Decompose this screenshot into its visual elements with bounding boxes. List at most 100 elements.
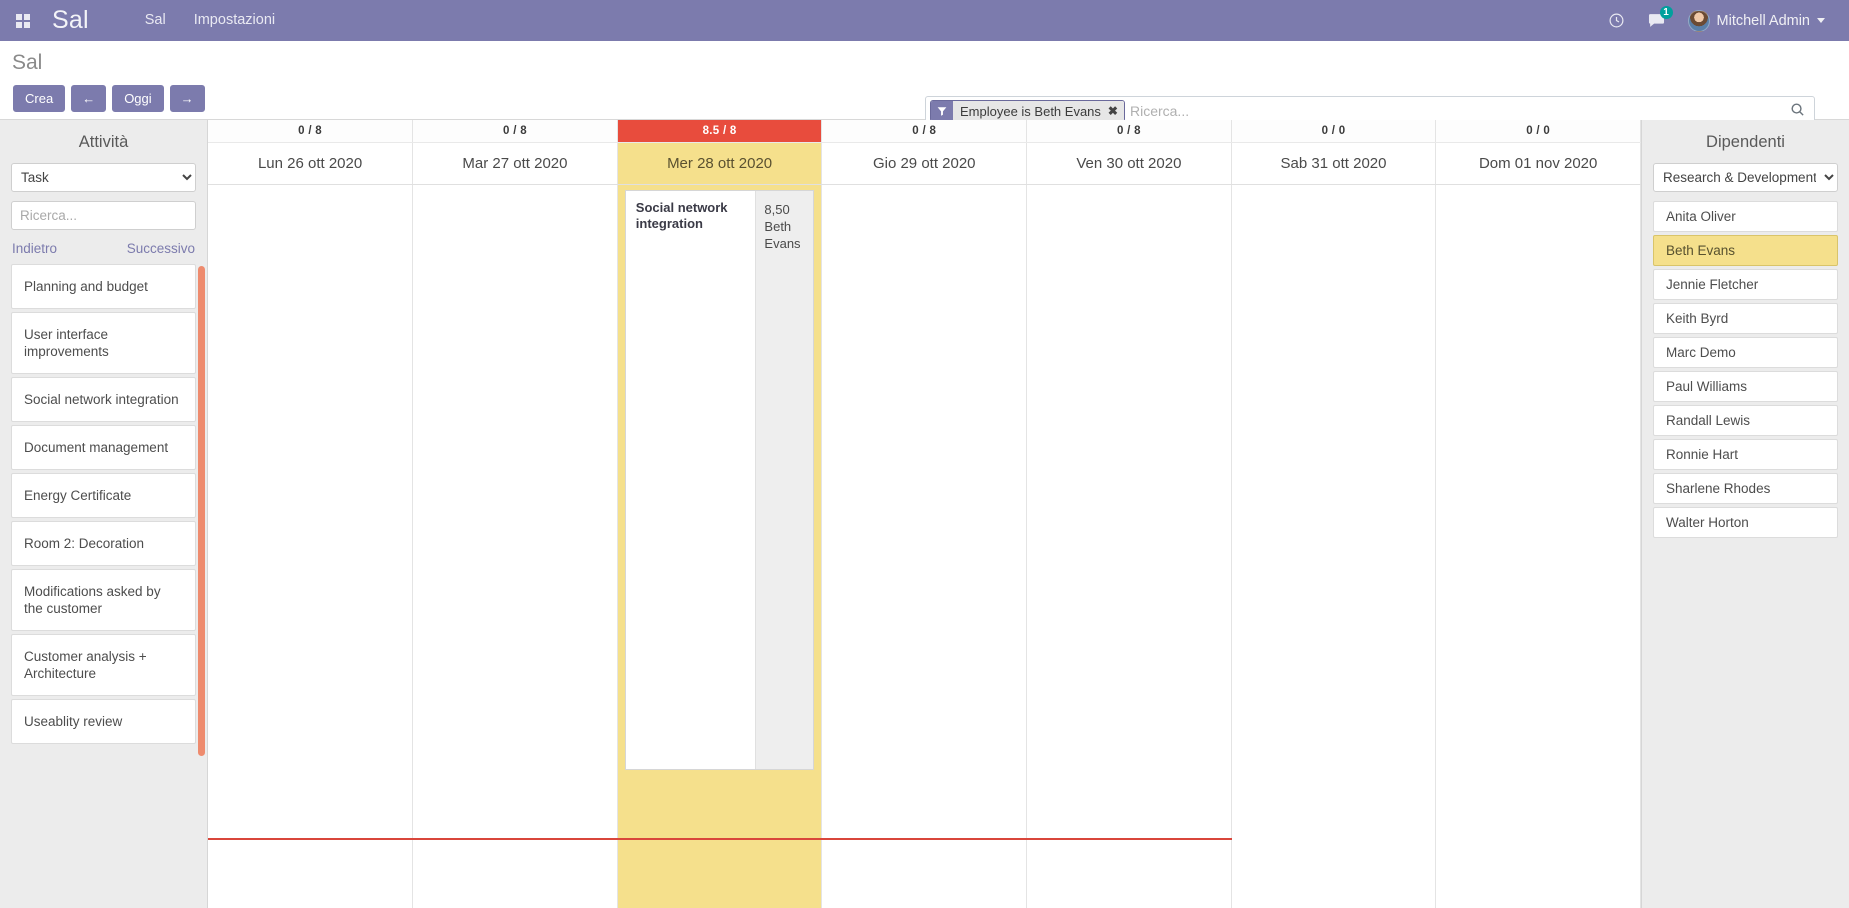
calendar-day-header[interactable]: Ven 30 ott 2020 — [1027, 142, 1232, 184]
search-input[interactable] — [1127, 102, 1785, 120]
employees-title: Dipendenti — [1653, 120, 1838, 163]
nav-menu-sal[interactable]: Sal — [131, 0, 180, 41]
task-list-item[interactable]: Modifications asked by the customer — [11, 569, 196, 631]
calendar-day-hours: 0 / 8 — [1027, 120, 1232, 142]
task-list-item[interactable]: Document management — [11, 425, 196, 470]
calendar-day-hours: 0 / 0 — [1231, 120, 1436, 142]
employee-list-item-label: Sharlene Rhodes — [1666, 481, 1770, 496]
search-icon[interactable] — [1785, 102, 1810, 121]
employee-list-item[interactable]: Beth Evans — [1653, 235, 1838, 266]
task-search-input[interactable] — [11, 201, 196, 230]
calendar-day-column[interactable] — [1027, 184, 1232, 908]
task-list-item-label: Room 2: Decoration — [24, 535, 144, 552]
task-type-field: Task — [0, 163, 207, 201]
calendar-day-header[interactable]: Mer 28 ott 2020 — [617, 142, 822, 184]
app-body: Attività Task Indietro Successivo Planni… — [0, 120, 1849, 908]
next-period-button[interactable]: → — [170, 85, 205, 112]
clock-icon[interactable] — [1598, 0, 1636, 41]
calendar-day-header[interactable]: Dom 01 nov 2020 — [1436, 142, 1641, 184]
employee-list-item[interactable]: Keith Byrd — [1653, 303, 1838, 334]
employee-list-item-label: Beth Evans — [1666, 243, 1735, 258]
create-button[interactable]: Crea — [13, 85, 65, 112]
control-panel-buttons: Crea ← Oggi → — [13, 85, 205, 112]
employee-list-item[interactable]: Randall Lewis — [1653, 405, 1838, 436]
brand-title[interactable]: Sal — [52, 6, 89, 35]
close-icon[interactable]: ✖ — [1107, 101, 1124, 121]
employee-list-item[interactable]: Marc Demo — [1653, 337, 1838, 368]
calendar-event-details: 8,50Beth Evans — [755, 191, 813, 769]
calendar-day-column[interactable] — [208, 184, 413, 908]
calendar-event-card[interactable]: Social network integration8,50Beth Evans — [625, 190, 815, 770]
task-list-item[interactable]: Social network integration — [11, 377, 196, 422]
task-list-item-label: Social network integration — [24, 391, 179, 408]
task-search-field — [0, 201, 207, 239]
employee-list-item[interactable]: Anita Oliver — [1653, 201, 1838, 232]
calendar-event-hours: 8,50 — [764, 201, 805, 218]
calendar-day-hours: 0 / 0 — [1436, 120, 1641, 142]
employee-list-item-label: Walter Horton — [1666, 515, 1749, 530]
calendar-event-title: Social network integration — [626, 191, 756, 769]
task-list-item-label: Energy Certificate — [24, 487, 131, 504]
task-list-item[interactable]: Useablity review — [11, 699, 196, 744]
calendar-day-header[interactable]: Gio 29 ott 2020 — [822, 142, 1027, 184]
pager-next-link[interactable]: Successivo — [127, 241, 195, 256]
pager-previous-link[interactable]: Indietro — [12, 241, 57, 256]
department-select[interactable]: Research & Development — [1653, 163, 1838, 192]
messages-count-badge: 1 — [1660, 6, 1673, 19]
control-panel: Sal Crea ← Oggi → Employee is Beth Evans… — [0, 41, 1849, 120]
top-navbar: Sal Sal Impostazioni 1 Mitchell Admin — [0, 0, 1849, 41]
employee-list-item[interactable]: Paul Williams — [1653, 371, 1838, 402]
chat-bubble-icon[interactable]: 1 — [1638, 0, 1676, 41]
employee-list-item[interactable]: Ronnie Hart — [1653, 439, 1838, 470]
employee-list-item[interactable]: Walter Horton — [1653, 507, 1838, 538]
calendar-event-employee: Beth Evans — [764, 218, 805, 252]
search-facet-label: Employee is Beth Evans — [953, 101, 1107, 121]
calendar-day-hours: 0 / 8 — [413, 120, 618, 142]
navbar-right-tools: 1 Mitchell Admin — [1598, 0, 1849, 41]
calendar-body-row: Social network integration8,50Beth Evans — [208, 184, 1641, 908]
employee-list-item-label: Randall Lewis — [1666, 413, 1750, 428]
task-list-item-label: Customer analysis + Architecture — [24, 648, 183, 682]
apps-grid-icon[interactable] — [0, 14, 46, 28]
calendar-dates-row: Lun 26 ott 2020Mar 27 ott 2020Mer 28 ott… — [208, 142, 1641, 184]
left-sidebar: Attività Task Indietro Successivo Planni… — [0, 120, 208, 908]
nav-menu-impostazioni[interactable]: Impostazioni — [180, 0, 289, 41]
calendar-day-header[interactable]: Lun 26 ott 2020 — [208, 142, 413, 184]
task-list-scrollbar[interactable] — [198, 266, 205, 756]
breadcrumb[interactable]: Sal — [12, 51, 42, 75]
calendar-week-view: 0 / 80 / 88.5 / 80 / 80 / 80 / 00 / 0 Lu… — [208, 120, 1641, 908]
employee-list-item[interactable]: Sharlene Rhodes — [1653, 473, 1838, 504]
calendar-day-column[interactable] — [1436, 184, 1641, 908]
employee-list-item-label: Anita Oliver — [1666, 209, 1736, 224]
task-list-item[interactable]: Room 2: Decoration — [11, 521, 196, 566]
task-list-item-label: User interface improvements — [24, 326, 183, 360]
task-type-select[interactable]: Task — [11, 163, 196, 192]
avatar — [1688, 10, 1710, 32]
search-facet-employee[interactable]: Employee is Beth Evans ✖ — [930, 100, 1125, 122]
calendar-day-hours: 8.5 / 8 — [617, 120, 822, 142]
task-list-item[interactable]: Customer analysis + Architecture — [11, 634, 196, 696]
calendar-day-hours: 0 / 8 — [208, 120, 413, 142]
employee-list-item-label: Keith Byrd — [1666, 311, 1728, 326]
task-list-item[interactable]: Planning and budget — [11, 264, 196, 309]
employee-list-item-label: Marc Demo — [1666, 345, 1736, 360]
employee-list: Anita Oliver Beth Evans Jennie Fletcher Kei… — [1653, 201, 1838, 538]
calendar-hours-row: 0 / 80 / 88.5 / 80 / 80 / 80 / 00 / 0 — [208, 120, 1641, 142]
user-name-label: Mitchell Admin — [1717, 13, 1810, 29]
calendar-day-column[interactable] — [1231, 184, 1436, 908]
calendar-day-header[interactable]: Mar 27 ott 2020 — [413, 142, 618, 184]
calendar-day-column[interactable] — [822, 184, 1027, 908]
task-list-item[interactable]: User interface improvements — [11, 312, 196, 374]
calendar-day-column[interactable]: Social network integration8,50Beth Evans — [617, 184, 822, 908]
previous-period-button[interactable]: ← — [71, 85, 106, 112]
task-list-item[interactable]: Energy Certificate — [11, 473, 196, 518]
employee-list-item[interactable]: Jennie Fletcher — [1653, 269, 1838, 300]
calendar-day-column[interactable] — [413, 184, 618, 908]
department-field: Research & Development — [1653, 163, 1838, 201]
user-menu[interactable]: Mitchell Admin — [1678, 10, 1833, 32]
sidebar-title: Attività — [0, 120, 207, 163]
calendar-day-header[interactable]: Sab 31 ott 2020 — [1231, 142, 1436, 184]
chevron-down-icon — [1817, 18, 1825, 23]
today-button[interactable]: Oggi — [112, 85, 163, 112]
task-list-item-label: Document management — [24, 439, 168, 456]
